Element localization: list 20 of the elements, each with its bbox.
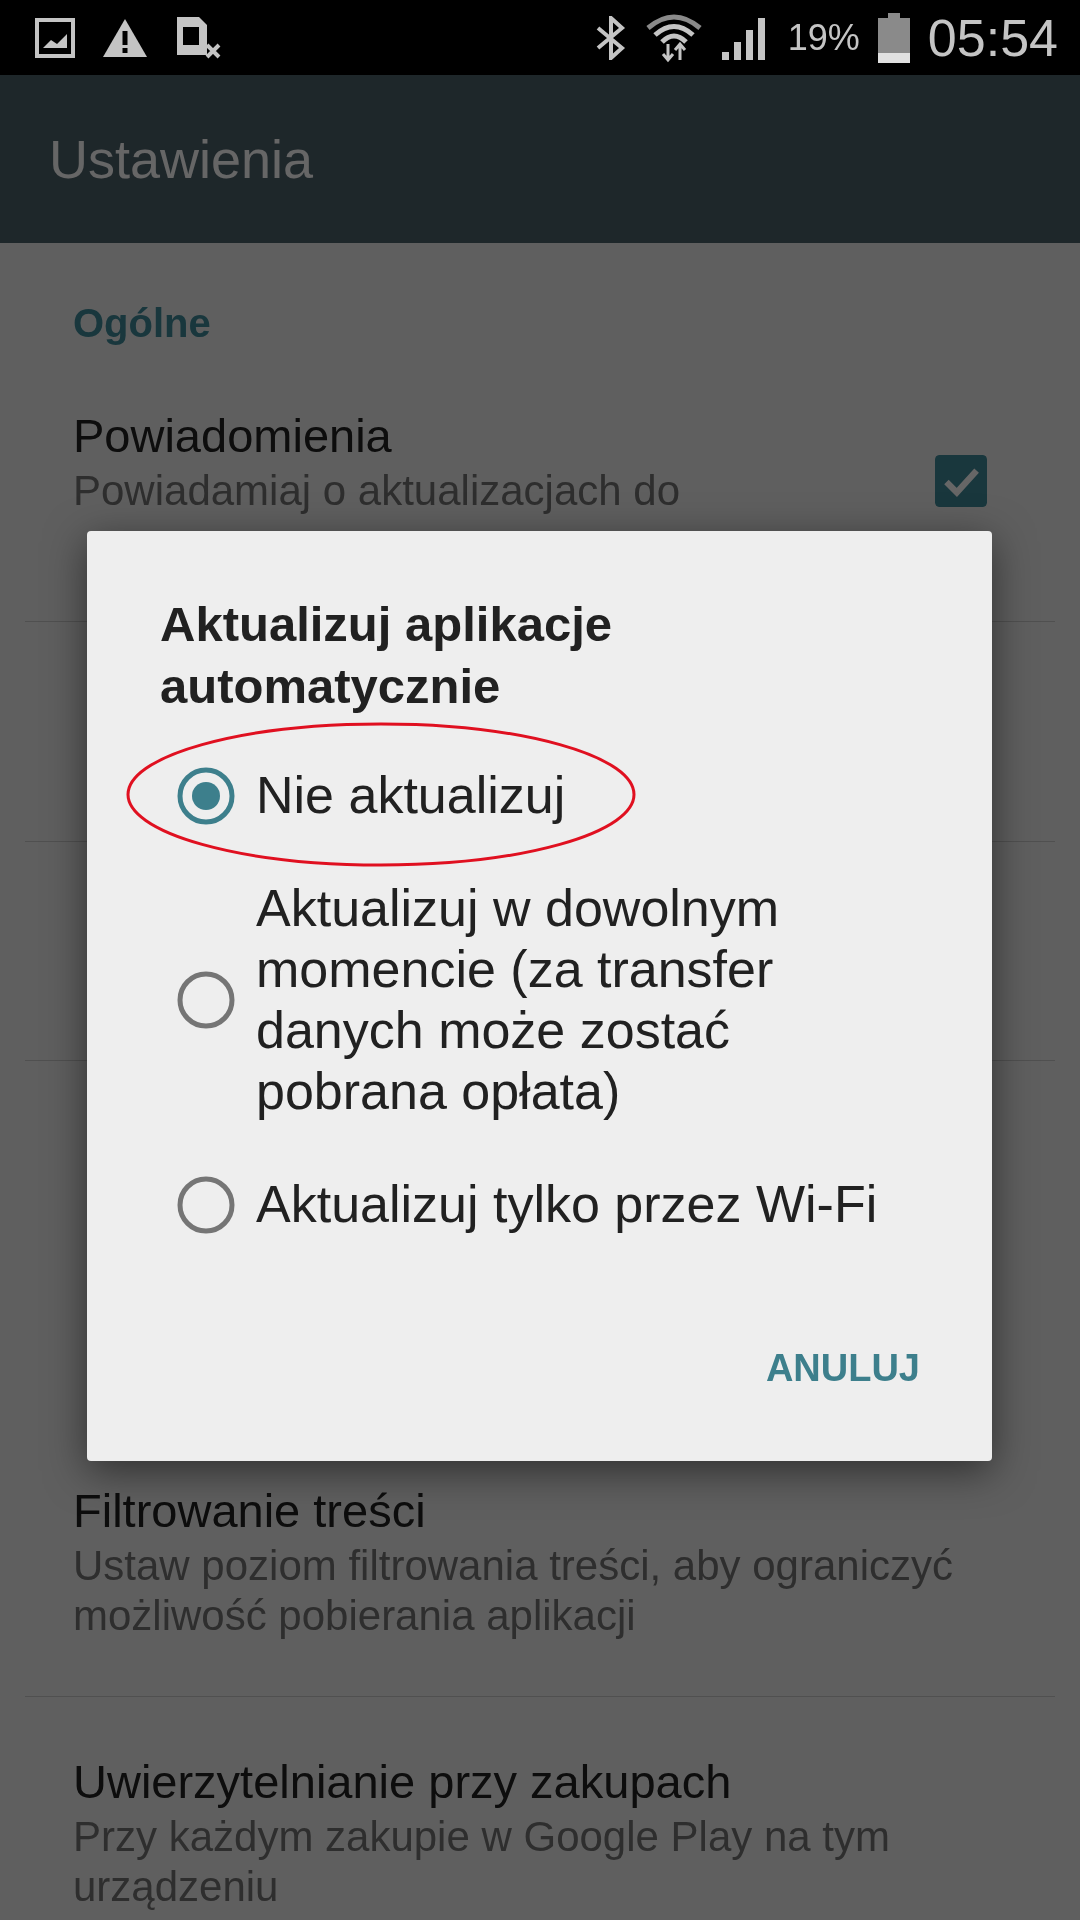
radio-button[interactable] (177, 971, 235, 1029)
sim-card-icon (175, 14, 223, 61)
setting-title[interactable]: Filtrowanie treści (73, 1481, 426, 1541)
clock-time: 05:54 (927, 7, 1058, 68)
setting-title[interactable]: Powiadomienia (73, 406, 392, 466)
radio-button[interactable] (177, 766, 235, 825)
dialog-title: Aktualizuj aplikacje automatycznie (160, 596, 614, 715)
radio-button[interactable] (177, 1175, 235, 1234)
image-icon (35, 17, 75, 58)
option-label[interactable]: Nie aktualizuj (256, 765, 886, 826)
cancel-button[interactable]: ANULUJ (741, 1328, 944, 1408)
app-bar-title: Ustawienia (49, 128, 314, 190)
battery-icon (877, 12, 910, 63)
option-label[interactable]: Aktualizuj tylko przez Wi-Fi (256, 1174, 886, 1235)
wifi-icon (645, 11, 702, 64)
setting-title[interactable]: Uwierzytelnianie przy zakupach (73, 1752, 732, 1812)
option-label[interactable]: Aktualizuj w dowolnym momencie (za transfer danych może zostać pobrana opłata) (256, 878, 886, 1122)
section-header: Ogólne (73, 300, 211, 347)
battery-percentage: 19% (787, 16, 860, 59)
checkbox[interactable] (935, 455, 987, 507)
